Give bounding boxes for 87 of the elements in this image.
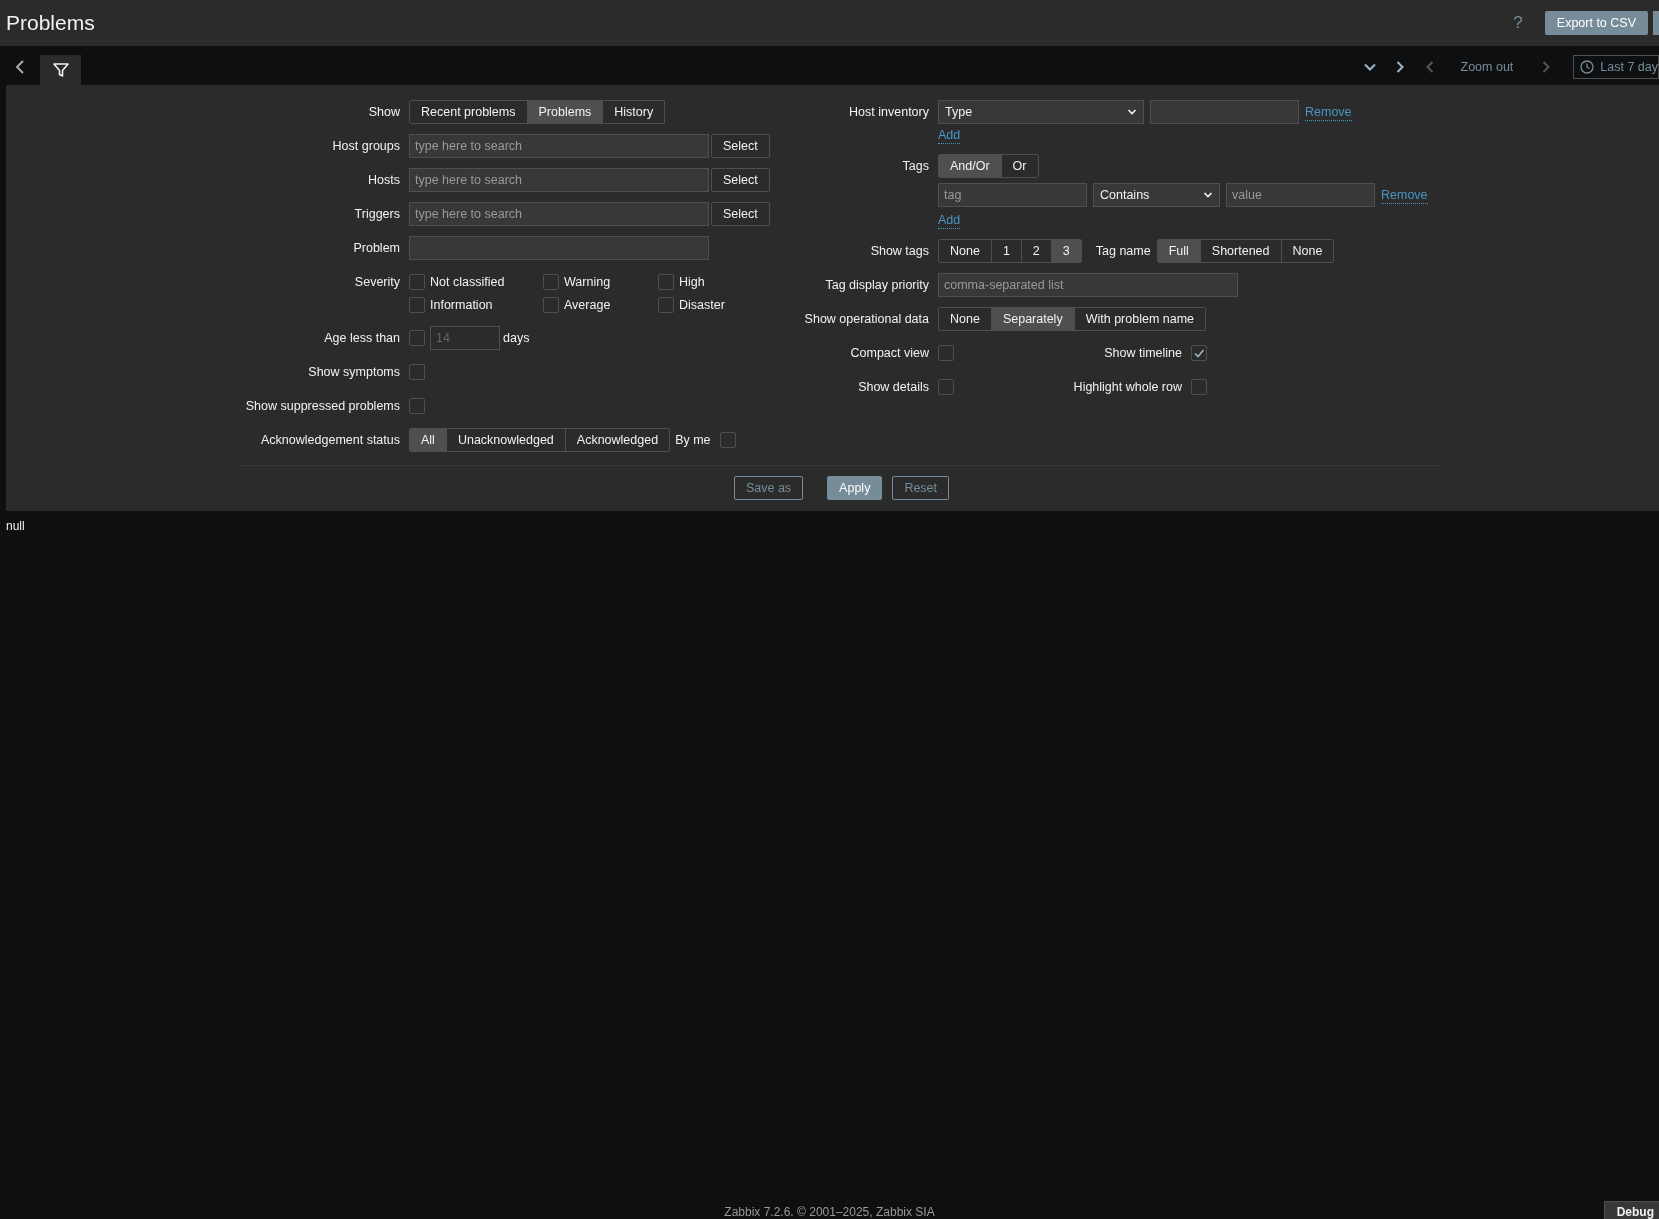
page-title: Problems: [6, 11, 96, 35]
filter-icon: [51, 61, 70, 79]
remove-link[interactable]: Remove: [1381, 186, 1428, 204]
field-label: Acknowledgement status: [260, 432, 400, 449]
form-button[interactable]: Save as: [733, 476, 804, 500]
field-label: Highlight whole row: [1072, 379, 1182, 396]
checkbox[interactable]: [409, 296, 425, 313]
segment-option[interactable]: And/Or: [939, 155, 1001, 177]
footer-link[interactable]: Zabbix SIA: [875, 1205, 935, 1219]
dropdown[interactable]: Type: [938, 100, 1144, 124]
clock-icon: [1580, 60, 1595, 74]
field-label: Show tags: [869, 243, 929, 260]
partial-button[interactable]: [1653, 11, 1659, 35]
field-label: Tag name: [1095, 243, 1151, 260]
dropdown[interactable]: Contains: [1093, 183, 1220, 207]
segment-option[interactable]: All: [410, 429, 446, 451]
search-field[interactable]: type here to search: [409, 202, 709, 226]
form-button[interactable]: Reset: [892, 476, 950, 500]
text-field[interactable]: [1150, 100, 1299, 124]
debug-button[interactable]: Debug: [1603, 1201, 1659, 1219]
search-field[interactable]: type here to search: [409, 168, 709, 192]
field-label: Hosts: [367, 172, 400, 189]
checkbox[interactable]: [409, 273, 425, 290]
remove-link[interactable]: Remove: [1305, 103, 1352, 121]
add-link[interactable]: Add: [938, 127, 961, 144]
field-label: Tag display priority: [824, 277, 929, 294]
add-link[interactable]: Add: [938, 212, 961, 229]
field-label: Show: [367, 104, 400, 121]
checkbox[interactable]: [409, 364, 425, 380]
field-label: Host inventory: [848, 104, 929, 121]
select-button[interactable]: Select: [711, 134, 770, 158]
checkbox[interactable]: [543, 296, 559, 313]
search-field[interactable]: type here to search: [409, 134, 709, 158]
chevron-down-icon: [1127, 107, 1137, 117]
checkbox-label: Warning: [564, 274, 611, 289]
field-label: Problem: [352, 240, 400, 257]
checkbox-label: Average: [564, 297, 611, 312]
value-field[interactable]: value: [1226, 183, 1375, 207]
unit-label: days: [503, 330, 530, 347]
segment-option[interactable]: 3: [1050, 240, 1081, 262]
select-button[interactable]: Select: [711, 202, 770, 226]
segment-option[interactable]: Full: [1157, 240, 1200, 262]
select-button[interactable]: Select: [711, 168, 770, 192]
checkbox-label: Not classified: [430, 274, 505, 289]
field-label: Show symptoms: [307, 364, 400, 381]
filter-tab[interactable]: [40, 55, 81, 85]
segment-option[interactable]: History: [602, 101, 665, 123]
text-field[interactable]: [409, 236, 709, 260]
segment-option[interactable]: None: [1280, 240, 1334, 262]
tag-field[interactable]: tag: [938, 183, 1087, 207]
segment-option[interactable]: With problem name: [1073, 308, 1206, 330]
checkbox[interactable]: [1191, 379, 1207, 395]
field-label: Tags: [901, 158, 929, 175]
field-label: Age less than: [323, 330, 400, 347]
checkbox[interactable]: [409, 398, 425, 414]
check-icon: [1193, 347, 1205, 359]
checkbox[interactable]: [543, 273, 559, 290]
field-label: Show timeline: [1103, 345, 1182, 362]
field-label: Show operational data: [803, 311, 929, 328]
segment-option[interactable]: Problems: [526, 101, 603, 123]
zoom-out-button[interactable]: Zoom out: [1460, 60, 1514, 74]
chevron-down-icon: [1203, 190, 1213, 200]
checkbox[interactable]: [658, 273, 674, 290]
field-label: Triggers: [353, 206, 400, 223]
text-field[interactable]: comma-separated list: [938, 273, 1238, 297]
segment-option[interactable]: Acknowledged: [564, 429, 670, 451]
field-label: Show details: [857, 379, 929, 396]
field-label: Severity: [353, 274, 400, 291]
field-label: Compact view: [849, 345, 929, 362]
field-label: Show suppressed problems: [244, 398, 400, 415]
checkbox[interactable]: [938, 345, 954, 361]
help-link[interactable]: ?: [1513, 13, 1523, 33]
checkbox[interactable]: [719, 432, 736, 448]
field-label: By me: [675, 432, 711, 449]
footer-text: Zabbix 7.2.6. © 2001–2025, Zabbix SIA: [724, 1205, 935, 1219]
segment-option[interactable]: Separately: [990, 308, 1074, 330]
segment-option[interactable]: Or: [1000, 155, 1038, 177]
checkbox[interactable]: [658, 296, 674, 313]
content-text: null: [5, 518, 26, 535]
field-label: Host groups: [331, 138, 400, 155]
checkbox[interactable]: [938, 379, 954, 395]
checkbox-label: Information: [430, 297, 493, 312]
checkbox-label: High: [679, 274, 705, 289]
time-range-button[interactable]: Last 7 day: [1573, 55, 1659, 79]
time-range-text: Last 7 day: [1600, 60, 1658, 74]
checkbox-label: Disaster: [679, 297, 725, 312]
checkbox[interactable]: [1191, 345, 1207, 361]
